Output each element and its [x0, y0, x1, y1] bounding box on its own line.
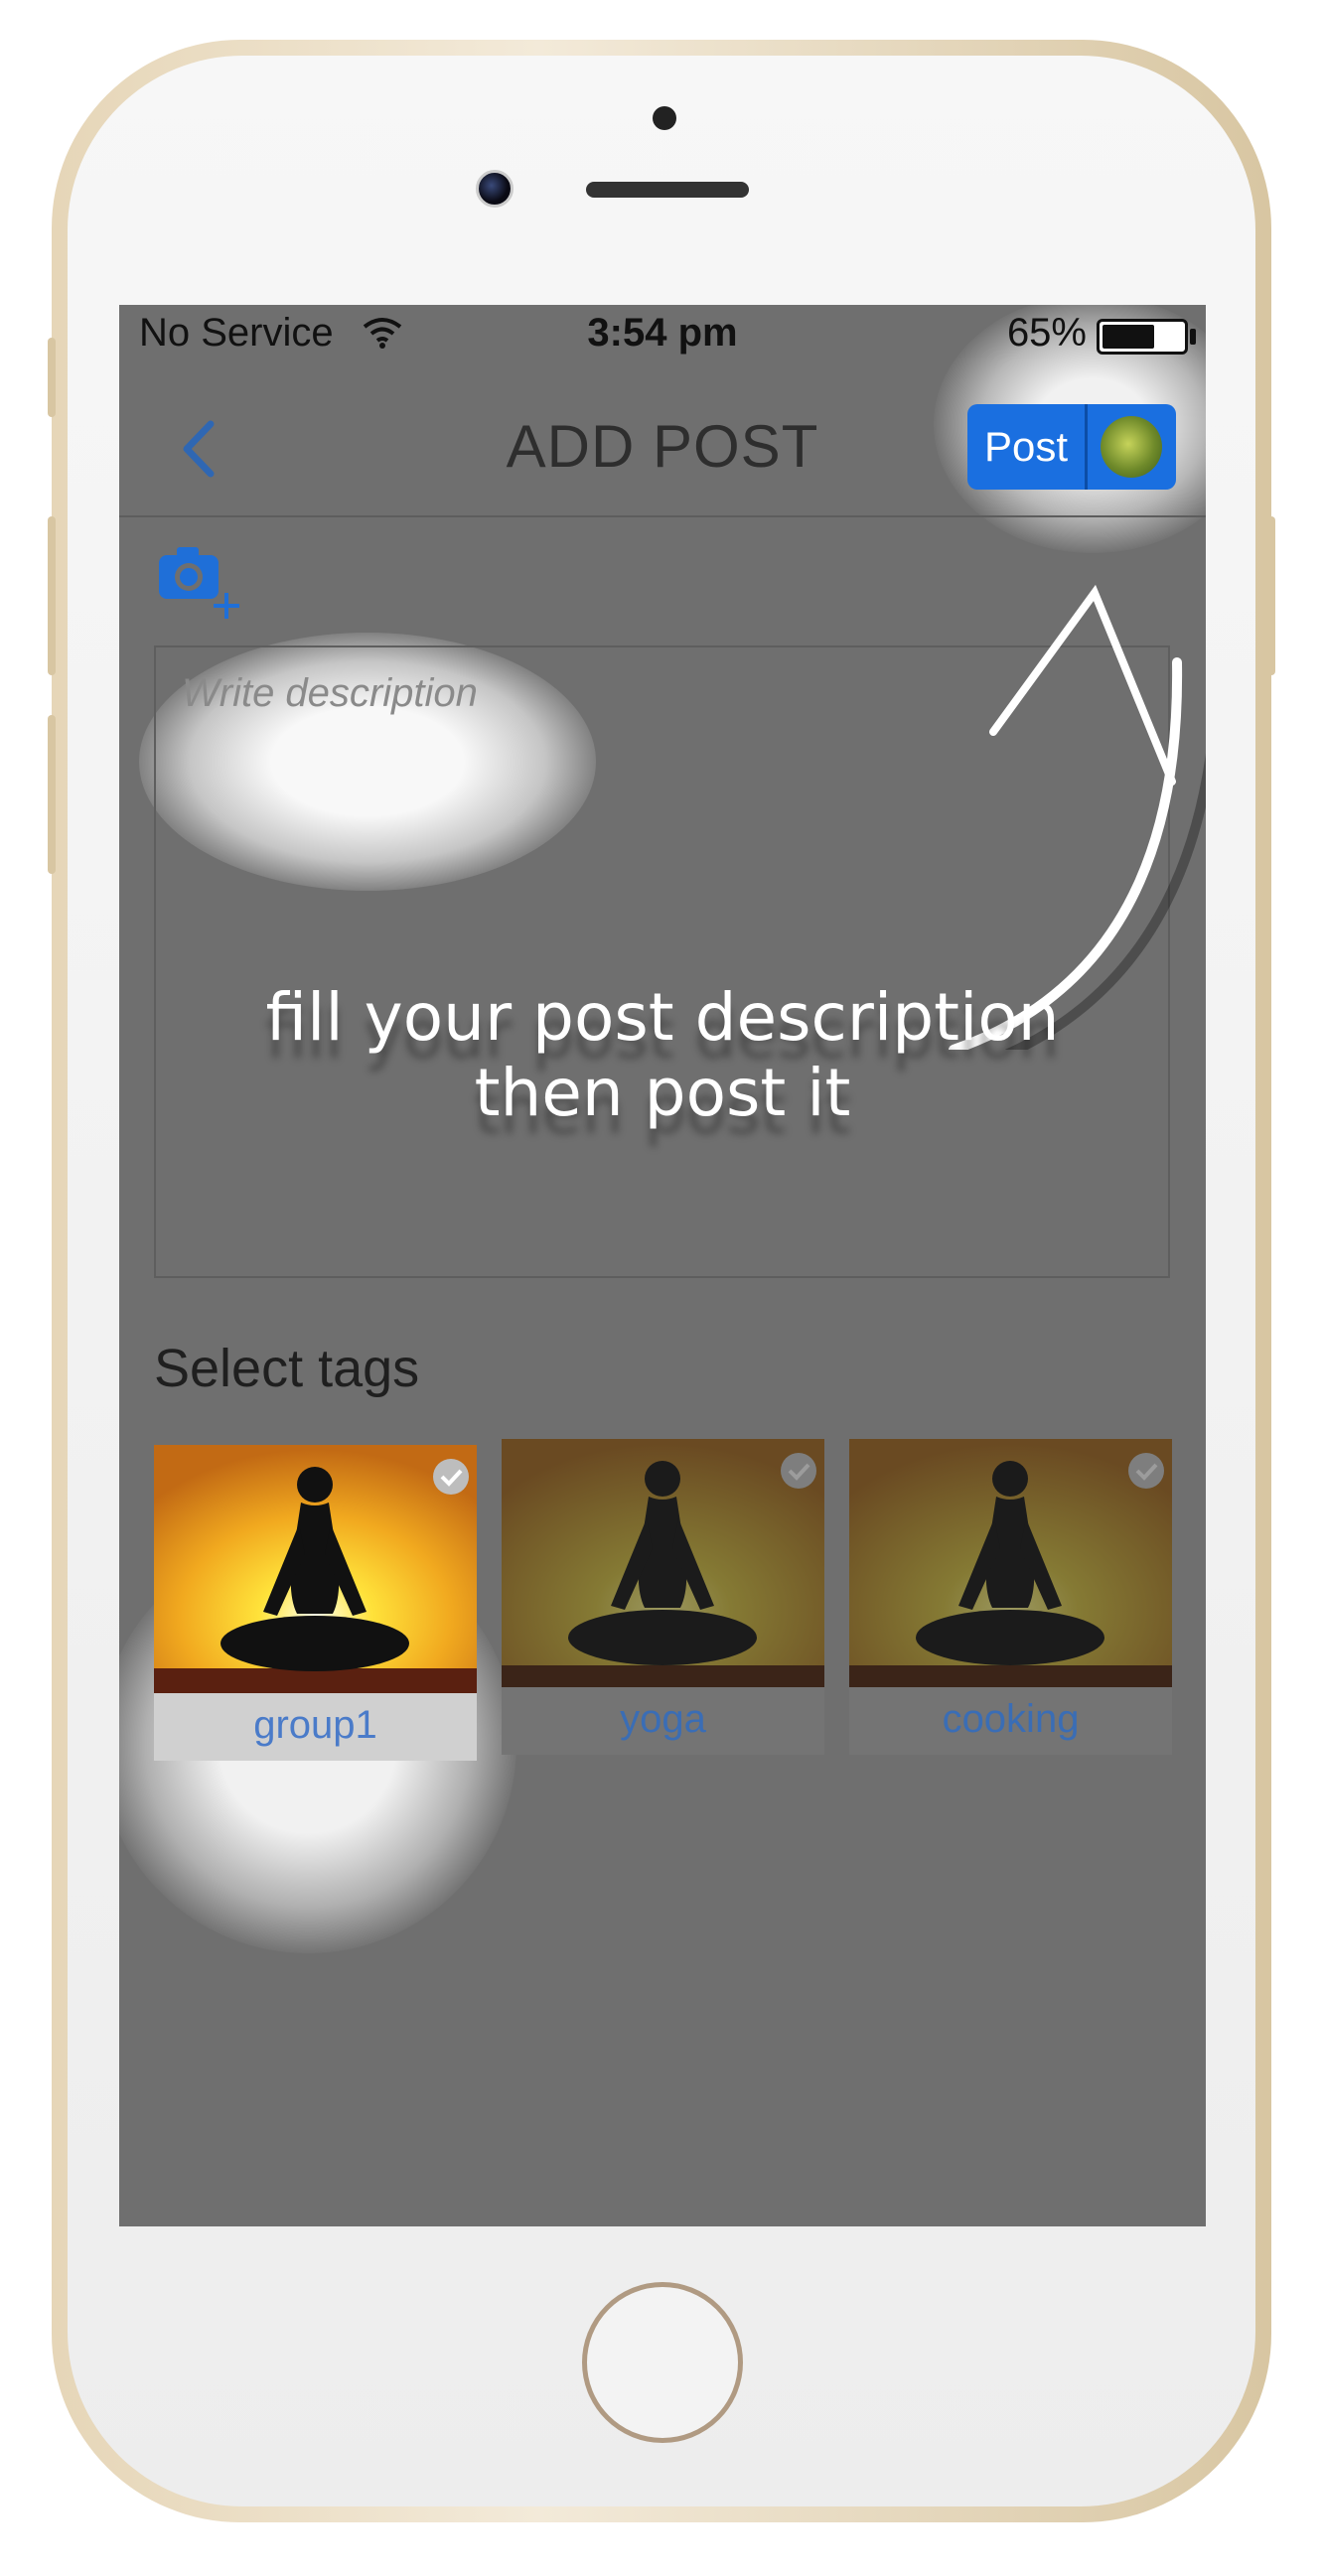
post-button-group[interactable]: Post — [967, 404, 1176, 490]
tag-card-yoga[interactable]: yoga — [502, 1439, 824, 1755]
home-button[interactable] — [582, 2282, 743, 2443]
hint-line-2: then post it — [474, 1055, 851, 1131]
tag-label: cooking — [942, 1697, 1080, 1741]
front-camera — [476, 170, 514, 208]
check-icon — [433, 1459, 469, 1495]
earpiece-speaker — [586, 182, 749, 198]
tag-card-group1[interactable]: group1 — [154, 1445, 477, 1761]
status-bar: No Service 3:54 pm 65% — [119, 305, 1206, 364]
arrow-annotation — [949, 584, 1206, 1050]
battery-icon — [1097, 319, 1188, 355]
volume-down-button — [48, 715, 56, 874]
tag-image — [154, 1445, 477, 1693]
power-button — [1267, 516, 1275, 675]
hint-annotation: fill your post description then post it — [119, 980, 1206, 1131]
tag-label: yoga — [620, 1697, 706, 1741]
tag-image — [502, 1439, 824, 1687]
tag-image — [849, 1439, 1172, 1687]
post-button[interactable]: Post — [967, 404, 1085, 490]
camera-add-icon[interactable] — [157, 541, 246, 621]
check-icon — [1128, 1453, 1164, 1489]
nav-bar: ADD POST Post — [119, 378, 1206, 517]
description-placeholder: Write description — [182, 671, 478, 715]
mute-switch — [48, 338, 56, 417]
post-divider — [1085, 404, 1088, 490]
tag-card-cooking[interactable]: cooking — [849, 1439, 1172, 1755]
volume-up-button — [48, 516, 56, 675]
battery-percent: 65% — [1006, 311, 1087, 355]
check-icon — [781, 1453, 816, 1489]
hint-line-1: fill your post description — [265, 979, 1060, 1056]
tag-label: group1 — [253, 1703, 377, 1747]
proximity-sensor — [653, 106, 676, 130]
avatar[interactable] — [1101, 416, 1162, 478]
tags-heading: Select tags — [154, 1339, 420, 1398]
app-screen: No Service 3:54 pm 65% ADD POST Post Wri… — [119, 305, 1206, 2226]
battery-nub — [1190, 329, 1196, 345]
battery-fill — [1102, 325, 1154, 349]
